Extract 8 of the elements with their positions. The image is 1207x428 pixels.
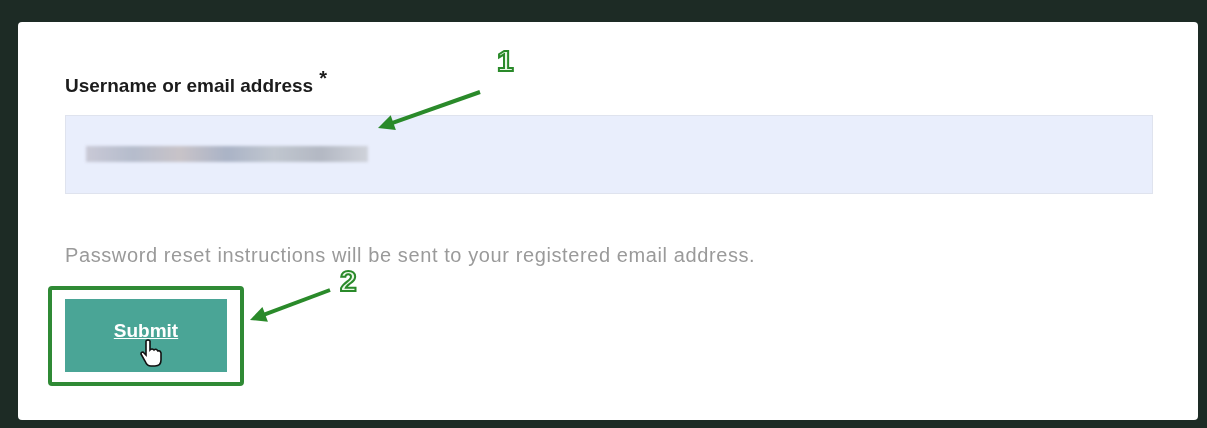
help-text: Password reset instructions will be sent to your registered email address. <box>65 243 756 266</box>
input-field[interactable] <box>65 114 1153 194</box>
submit-button[interactable]: Submit <box>65 298 227 372</box>
hand-cursor-icon <box>140 339 162 367</box>
annotation-number: 2 <box>340 266 357 296</box>
annotation-number: 1 <box>497 46 514 76</box>
required-mark: * <box>319 68 327 88</box>
field-label: Username or email address <box>65 74 314 98</box>
